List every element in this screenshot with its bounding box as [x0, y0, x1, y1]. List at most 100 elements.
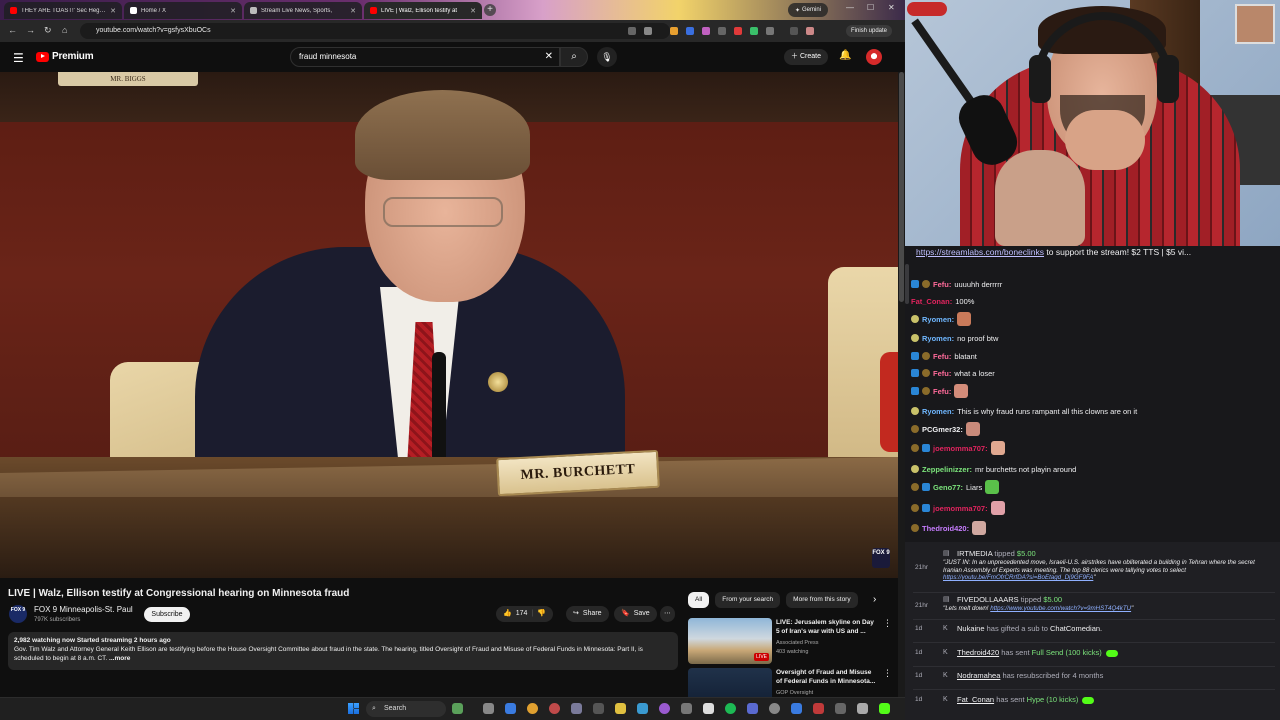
chip-from-your-search[interactable]: From your search — [715, 592, 781, 608]
chat-username[interactable]: joemomma707: — [933, 504, 988, 513]
chat-username[interactable]: Zeppelinizzer: — [922, 465, 972, 474]
app-icon[interactable] — [769, 703, 780, 714]
maximize-icon[interactable]: ☐ — [867, 3, 874, 12]
description-box[interactable]: 2,982 watching now Started streaming 2 h… — [8, 632, 678, 670]
channel-avatar[interactable]: FOX 9 — [9, 605, 27, 623]
sidebar-icon[interactable] — [790, 27, 798, 35]
video-thumbnail[interactable] — [688, 668, 772, 697]
app-icon[interactable] — [571, 703, 582, 714]
extension-icon[interactable] — [686, 27, 694, 35]
description-more-link[interactable]: ...more — [109, 655, 130, 662]
chat-username[interactable]: Fefu: — [933, 352, 951, 361]
app-icon[interactable] — [659, 703, 670, 714]
finish-update-button[interactable]: Finish update — [846, 25, 892, 37]
subscribe-button[interactable]: Subscribe — [144, 607, 190, 622]
app-icon[interactable] — [857, 703, 868, 714]
close-tab-icon[interactable]: ✕ — [110, 7, 116, 15]
more-actions-button[interactable]: ⋯ — [660, 606, 675, 622]
widget-icon[interactable] — [452, 703, 463, 714]
video-player[interactable]: MR. BIGGS MR. BURCHETT FOX 9 — [0, 72, 898, 578]
close-tab-icon[interactable]: ✕ — [350, 7, 356, 15]
chat-username[interactable]: Ryomen: — [922, 315, 954, 324]
chrome-icon[interactable] — [527, 703, 538, 714]
chat-username[interactable]: Ryomen: — [922, 407, 954, 416]
chip-more-from-this-story[interactable]: More from this story — [786, 592, 858, 608]
extension-icon[interactable] — [702, 27, 710, 35]
chat-username[interactable]: Fat_Conan: — [911, 297, 952, 306]
spotify-icon[interactable] — [725, 703, 736, 714]
app-icon[interactable] — [681, 703, 692, 714]
app-icon[interactable] — [747, 703, 758, 714]
more-vertical-icon[interactable]: ⋮ — [883, 618, 892, 629]
minimize-icon[interactable]: — — [846, 3, 854, 12]
account-avatar[interactable] — [866, 49, 882, 65]
chip-all[interactable]: All — [688, 592, 710, 608]
taskbar-search[interactable]: ⌕ Search — [366, 701, 446, 717]
close-tab-icon[interactable]: ✕ — [230, 7, 236, 15]
app-icon[interactable] — [593, 703, 604, 714]
windows-start-icon[interactable] — [348, 703, 359, 714]
search-button[interactable]: ⌕ — [560, 47, 588, 67]
chat-username[interactable]: Fefu: — [933, 369, 951, 378]
chat-username[interactable]: PCGmer32: — [922, 425, 963, 434]
bookmark-star-icon[interactable] — [644, 27, 652, 35]
page-scrollbar[interactable] — [898, 72, 905, 697]
extension-icon[interactable] — [750, 27, 758, 35]
scrollbar-thumb[interactable] — [899, 72, 904, 302]
app-icon[interactable] — [791, 703, 802, 714]
clear-search-icon[interactable]: ✕ — [545, 48, 553, 66]
extension-icon[interactable] — [718, 27, 726, 35]
new-tab-button[interactable]: + — [484, 4, 496, 16]
app-icon[interactable] — [549, 703, 560, 714]
search-input[interactable]: fraud minnesota ✕ — [290, 47, 560, 67]
forward-icon[interactable]: → — [26, 25, 35, 35]
tab-4-active[interactable]: LIVE | Walz, Ellison testify at ✕ — [364, 2, 482, 19]
share-button[interactable]: ↪ Share — [566, 606, 609, 622]
url-field[interactable]: youtube.com/watch?v=gsfysXbuOCs — [80, 23, 670, 39]
reload-icon[interactable]: ↻ — [44, 25, 52, 36]
like-button[interactable]: 👍 174 | 👎 — [496, 606, 553, 622]
tab-1[interactable]: THEY ARE TOAST!' Sec Hegset ✕ — [4, 2, 122, 19]
save-button[interactable]: 🔖 Save — [614, 606, 657, 622]
back-icon[interactable]: ← — [8, 25, 17, 35]
extension-icon[interactable] — [670, 27, 678, 35]
app-icon[interactable] — [813, 703, 824, 714]
home-icon[interactable]: ⌂ — [62, 25, 67, 35]
task-view-icon[interactable] — [483, 703, 494, 714]
streamlabs-link[interactable]: https://streamlabs.com/boneclinks — [916, 247, 1044, 257]
app-icon[interactable] — [637, 703, 648, 714]
app-icon[interactable] — [835, 703, 846, 714]
event-link[interactable]: https://youtu.be/FmOfrCRrfDA?si=BoEtagd_… — [943, 574, 1093, 581]
file-explorer-icon[interactable] — [615, 703, 626, 714]
chat-username[interactable]: Geno77: — [933, 483, 963, 492]
thumbs-down-icon[interactable]: 👎 — [537, 606, 546, 622]
chat-username[interactable]: Ryomen: — [922, 334, 954, 343]
chips-next-icon[interactable]: › — [873, 594, 876, 605]
extension-icon[interactable] — [734, 27, 742, 35]
chat-username[interactable]: Thedroid420: — [922, 524, 969, 533]
close-window-icon[interactable]: ✕ — [888, 3, 895, 12]
app-icon[interactable] — [505, 703, 516, 714]
recommended-video[interactable]: LIVE LIVE: Jerusalem skyline on Day 5 of… — [688, 618, 893, 666]
cast-icon[interactable] — [628, 27, 636, 35]
close-tab-icon[interactable]: ✕ — [470, 7, 476, 15]
channel-name[interactable]: FOX 9 Minneapolis-St. Paul — [34, 605, 133, 614]
tab-2[interactable]: Home / X ✕ — [124, 2, 242, 19]
tab-3[interactable]: Stream Live News, Sports, ✕ — [244, 2, 362, 19]
recommended-video[interactable]: Oversight of Fraud and Misuse of Federal… — [688, 668, 893, 697]
youtube-premium-logo[interactable]: Premium — [36, 51, 94, 62]
app-icon[interactable] — [879, 703, 890, 714]
gemini-button[interactable]: ✦ Gemini — [788, 3, 828, 17]
chat-scrollbar[interactable] — [905, 264, 909, 304]
video-thumbnail[interactable]: LIVE — [688, 618, 772, 664]
chat-username[interactable]: joemomma707: — [933, 444, 988, 453]
app-icon[interactable] — [703, 703, 714, 714]
chat-username[interactable]: Fefu: — [933, 280, 951, 289]
profile-icon[interactable] — [806, 27, 814, 35]
chat-username[interactable]: Fefu: — [933, 387, 951, 396]
event-link[interactable]: https://www.youtube.com/watch?v=9mHST4Q4… — [990, 605, 1131, 612]
voice-search-button[interactable]: 🎙 — [597, 47, 617, 67]
more-vertical-icon[interactable]: ⋮ — [883, 668, 892, 679]
extensions-puzzle-icon[interactable] — [766, 27, 774, 35]
create-button[interactable]: ＋ Create — [784, 49, 828, 65]
